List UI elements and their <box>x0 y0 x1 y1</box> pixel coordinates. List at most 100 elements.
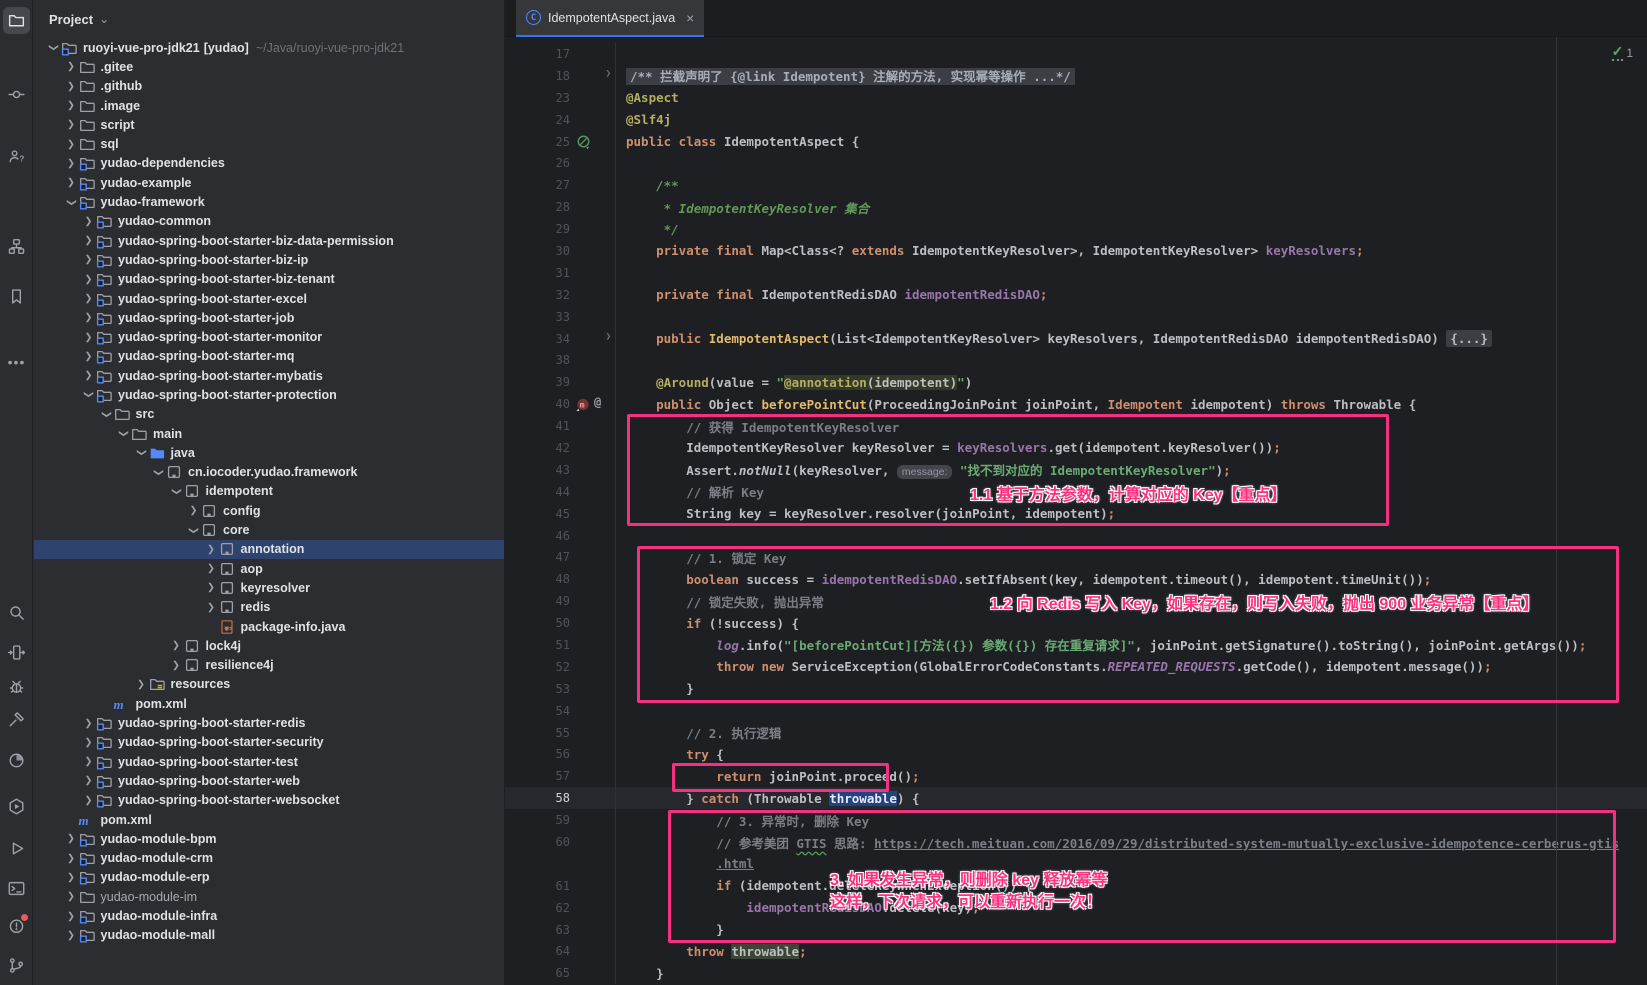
chevron-right-icon[interactable]: ❯ <box>64 891 79 902</box>
chevron-right-icon[interactable]: ❯ <box>81 351 96 362</box>
tool-dependencies-icon[interactable] <box>3 639 30 666</box>
gutter[interactable] <box>570 722 616 744</box>
chevron-right-icon[interactable]: ❯ <box>64 872 79 883</box>
code-line-42[interactable]: 42IdempotentKeyResolver keyResolver = ke… <box>505 437 1647 459</box>
tree-item-yudao-dependencies[interactable]: ❯yudao-dependencies <box>34 154 504 173</box>
tree-item-.gitee[interactable]: ❯.gitee <box>34 57 504 76</box>
chevron-right-icon[interactable]: ❯ <box>204 544 219 555</box>
gutter[interactable] <box>570 941 616 963</box>
line-number[interactable]: 58 <box>505 791 570 805</box>
gutter[interactable] <box>570 481 616 503</box>
tree-item-.github[interactable]: ❯.github <box>34 77 504 96</box>
gutter[interactable] <box>570 612 616 634</box>
gutter[interactable] <box>570 349 616 371</box>
tree-item-.image[interactable]: ❯.image <box>34 96 504 115</box>
code-line-45[interactable]: 45String key = keyResolver.resolver(join… <box>505 503 1647 525</box>
line-number[interactable]: 17 <box>505 47 570 61</box>
gutter[interactable] <box>570 109 616 131</box>
tree-item-core[interactable]: ❯core <box>34 520 504 539</box>
line-number[interactable]: 52 <box>505 660 570 674</box>
tree-item-yudao-spring-boot-starter-biz-data-permission[interactable]: ❯yudao-spring-boot-starter-biz-data-perm… <box>34 231 504 250</box>
tree-item-java[interactable]: ❯java <box>34 443 504 462</box>
line-number[interactable]: 26 <box>505 156 570 170</box>
tree-item-aop[interactable]: ❯aop <box>34 559 504 578</box>
line-number[interactable]: 29 <box>505 222 570 236</box>
tool-build-icon[interactable] <box>3 706 30 733</box>
gutter[interactable]: m@ <box>570 393 616 415</box>
gutter[interactable] <box>570 656 616 678</box>
chevron-right-icon[interactable]: ❯ <box>81 216 96 227</box>
gutter[interactable] <box>570 568 616 590</box>
code-line-64[interactable]: 64throw throwable; <box>505 941 1647 963</box>
chevron-down-icon[interactable]: ❯ <box>83 387 94 402</box>
code-line-48[interactable]: 48boolean success = idempotentRedisDAO.s… <box>505 568 1647 590</box>
tree-item-yudao-spring-boot-starter-security[interactable]: ❯yudao-spring-boot-starter-security <box>34 733 504 752</box>
chevron-right-icon[interactable]: ❯ <box>169 640 184 651</box>
chevron-right-icon[interactable]: ❯ <box>64 158 79 169</box>
tree-item-pom.xml[interactable]: mpom.xml <box>34 694 504 713</box>
chevron-right-icon[interactable]: ❯ <box>204 582 219 593</box>
code-line-54[interactable]: 54 <box>505 700 1647 722</box>
chevron-right-icon[interactable]: ❯ <box>81 718 96 729</box>
gutter[interactable] <box>570 218 616 240</box>
tree-item-yudao-spring-boot-starter-excel[interactable]: ❯yudao-spring-boot-starter-excel <box>34 289 504 308</box>
chevron-down-icon[interactable]: ❯ <box>171 484 182 499</box>
chevron-right-icon[interactable]: ❯ <box>81 293 96 304</box>
tool-structure-icon[interactable] <box>3 233 30 260</box>
code-line-26[interactable]: 26 <box>505 152 1647 174</box>
tree-item-yudao-spring-boot-starter-monitor[interactable]: ❯yudao-spring-boot-starter-monitor <box>34 327 504 346</box>
tree-item-yudao-example[interactable]: ❯yudao-example <box>34 173 504 192</box>
gutter[interactable]: ❯ <box>570 65 616 87</box>
code-line-34[interactable]: 34❯public IdempotentAspect(List<Idempote… <box>505 328 1647 350</box>
chevron-right-icon[interactable]: ❯ <box>204 602 219 613</box>
gutter[interactable] <box>570 87 616 109</box>
gutter[interactable] <box>570 415 616 437</box>
line-number[interactable]: 42 <box>505 441 570 455</box>
chevron-right-icon[interactable]: ❯ <box>81 775 96 786</box>
tool-search-icon[interactable] <box>3 599 30 626</box>
close-icon[interactable]: × <box>686 10 694 26</box>
chevron-right-icon[interactable]: ❯ <box>81 737 96 748</box>
code-line-53[interactable]: 53} <box>505 678 1647 700</box>
code-line-44[interactable]: 44// 解析 Key <box>505 481 1647 503</box>
chevron-right-icon[interactable]: ❯ <box>64 119 79 130</box>
line-number[interactable]: 40 <box>505 397 570 411</box>
tree-item-redis[interactable]: ❯redis <box>34 598 504 617</box>
gutter[interactable] <box>570 744 616 766</box>
tree-item-annotation[interactable]: ❯annotation <box>34 540 504 559</box>
gutter[interactable] <box>570 546 616 568</box>
line-number[interactable]: 43 <box>505 463 570 477</box>
chevron-right-icon[interactable]: ❯ <box>64 177 79 188</box>
code-line-47[interactable]: 47// 1. 锁定 Key <box>505 546 1647 568</box>
chevron-right-icon[interactable]: ❯ <box>64 61 79 72</box>
code-line-62[interactable]: 62idempotentRedisDAO.delete(key); <box>505 897 1647 919</box>
code-line-58[interactable]: 58} catch (Throwable throwable) { <box>505 787 1647 809</box>
chevron-down-icon[interactable]: ❯ <box>188 523 199 538</box>
gutter[interactable] <box>570 196 616 218</box>
tree-item-yudao-module-bpm[interactable]: ❯yudao-module-bpm <box>34 829 504 848</box>
chevron-right-icon[interactable]: ❯ <box>64 911 79 922</box>
code-line-33[interactable]: 33 <box>505 306 1647 328</box>
line-number[interactable]: 48 <box>505 572 570 586</box>
tree-item-resources[interactable]: ❯resources <box>34 675 504 694</box>
fold-arrow-icon[interactable]: ❯ <box>606 69 611 79</box>
tree-item-sql[interactable]: ❯sql <box>34 134 504 153</box>
tool-terminal-icon[interactable] <box>3 875 30 902</box>
code-area[interactable]: 1718❯/** 拦截声明了 {@link Idempotent} 注解的方法,… <box>505 37 1647 984</box>
tree-item-yudao-module-mall[interactable]: ❯yudao-module-mall <box>34 926 504 945</box>
code-line-41[interactable]: 41// 获得 IdempotentKeyResolver <box>505 415 1647 437</box>
tree-item-config[interactable]: ❯config <box>34 501 504 520</box>
line-number[interactable]: 31 <box>505 266 570 280</box>
gutter[interactable] <box>570 525 616 547</box>
gutter[interactable] <box>570 897 616 919</box>
tool-git-icon[interactable] <box>3 952 30 979</box>
line-number[interactable]: 32 <box>505 288 570 302</box>
line-number[interactable]: 56 <box>505 747 570 761</box>
tool-problems-icon[interactable] <box>3 912 30 939</box>
gutter[interactable] <box>570 284 616 306</box>
tool-debug-icon[interactable] <box>3 673 30 700</box>
line-number[interactable]: 54 <box>505 704 570 718</box>
chevron-right-icon[interactable]: ❯ <box>81 312 96 323</box>
line-number[interactable]: 46 <box>505 529 570 543</box>
gutter[interactable] <box>570 634 616 656</box>
